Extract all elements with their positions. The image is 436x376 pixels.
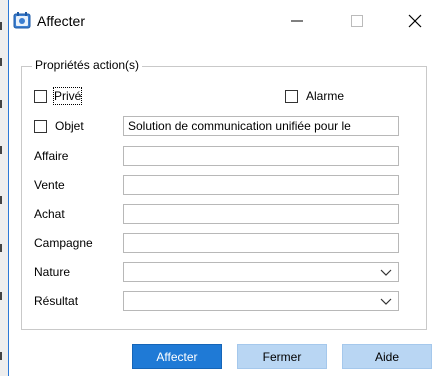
minimize-button[interactable] <box>275 8 319 36</box>
affaire-input[interactable] <box>123 146 399 166</box>
fermer-button[interactable]: Fermer <box>237 344 327 369</box>
affecter-dialog: Affecter Propriétés action(s) Privé Alar… <box>8 0 436 376</box>
edge-mark <box>0 146 2 154</box>
title-bar[interactable]: Affecter <box>9 0 436 44</box>
affecter-button[interactable]: Affecter <box>132 344 222 369</box>
edge-mark <box>0 100 2 108</box>
edge-mark <box>0 22 2 30</box>
achat-label: Achat <box>34 207 65 221</box>
edge-mark <box>0 244 2 252</box>
close-button[interactable] <box>393 8 436 36</box>
affaire-label: Affaire <box>34 149 69 163</box>
alarme-checkbox[interactable] <box>285 90 298 103</box>
groupbox-legend: Propriétés action(s) <box>32 57 143 73</box>
campagne-input[interactable] <box>123 233 399 253</box>
chevron-down-icon[interactable] <box>379 266 393 278</box>
edge-mark <box>0 292 2 300</box>
edge-mark <box>0 352 2 360</box>
resultat-select[interactable] <box>123 291 399 311</box>
prive-label[interactable]: Privé <box>52 87 83 105</box>
maximize-icon <box>351 14 363 30</box>
vente-label: Vente <box>34 178 65 192</box>
app-icon <box>13 12 31 30</box>
close-icon <box>408 14 422 31</box>
objet-checkbox[interactable] <box>34 120 47 133</box>
objet-input[interactable]: Solution de communication unifiée pour l… <box>123 116 399 136</box>
objet-label[interactable]: Objet <box>55 118 84 134</box>
window-title: Affecter <box>37 13 85 29</box>
alarme-label[interactable]: Alarme <box>306 88 344 104</box>
nature-select[interactable] <box>123 262 399 282</box>
vente-input[interactable] <box>123 175 399 195</box>
maximize-button[interactable] <box>335 8 379 36</box>
nature-label: Nature <box>34 265 71 279</box>
achat-input[interactable] <box>123 204 399 224</box>
minimize-icon <box>291 15 303 30</box>
aide-button[interactable]: Aide <box>342 344 432 369</box>
campagne-label: Campagne <box>34 236 93 250</box>
edge-mark <box>0 196 2 204</box>
chevron-down-icon[interactable] <box>379 295 393 307</box>
prive-checkbox[interactable] <box>34 90 47 103</box>
edge-mark <box>0 58 2 66</box>
background-window-edge <box>0 0 8 376</box>
resultat-label: Résultat <box>34 294 79 308</box>
